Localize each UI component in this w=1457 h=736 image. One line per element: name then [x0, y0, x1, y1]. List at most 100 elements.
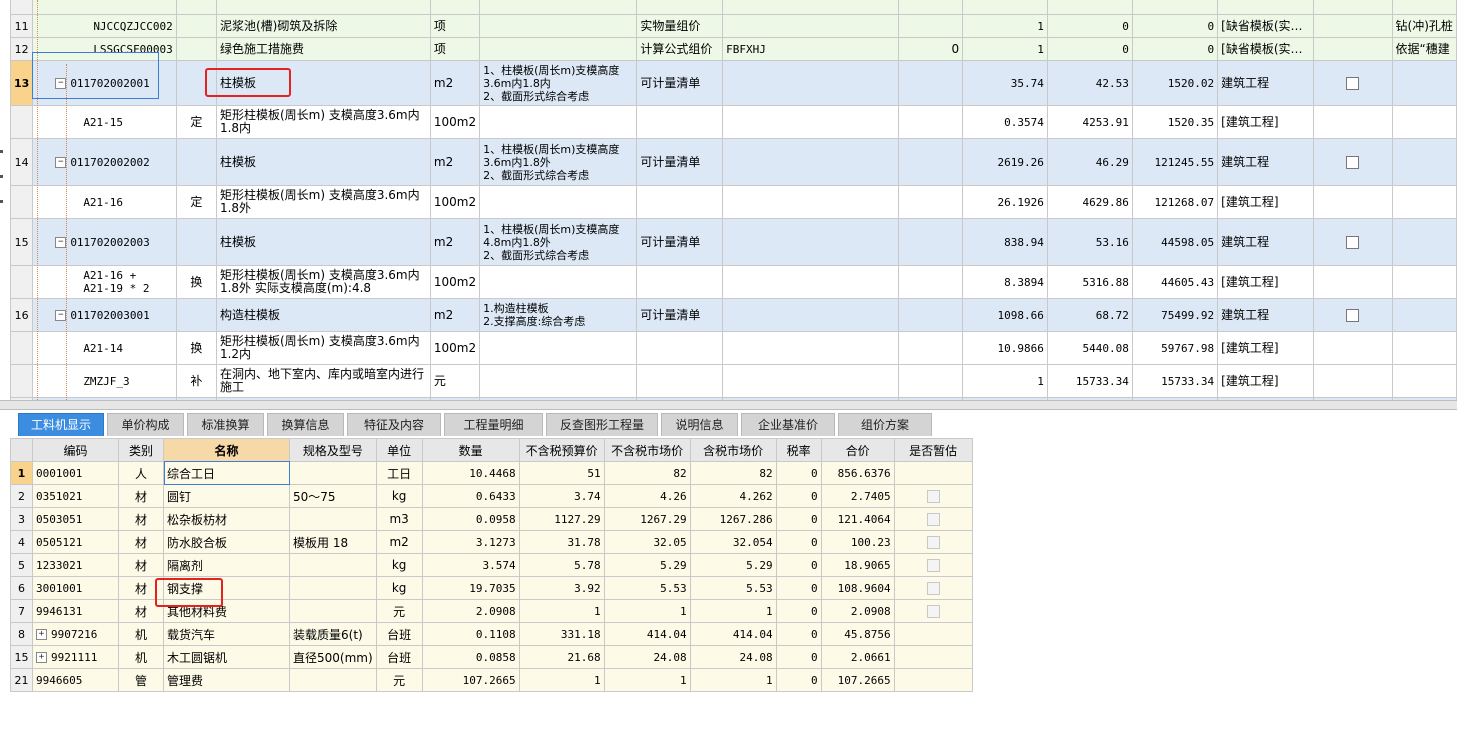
provisional-checkbox[interactable] [1346, 76, 1360, 90]
provisional-checkbox[interactable] [926, 582, 940, 595]
calc-base[interactable] [898, 105, 964, 139]
budget-price[interactable]: 5.78 [518, 553, 605, 577]
item-code[interactable]: A21-15 [32, 105, 177, 139]
resource-row[interactable]: 5 1233021 材隔离剂 kg 3.574 5.78 5.29 5.29 0 18.9065 [10, 553, 973, 577]
calc-formula[interactable] [722, 364, 900, 398]
provisional-flag[interactable] [893, 484, 973, 508]
calc-formula[interactable] [722, 218, 900, 266]
total-price[interactable]: 75499.92 [1131, 298, 1219, 332]
resource-name[interactable]: 防水胶合板 [163, 530, 290, 554]
pricing-method[interactable] [636, 364, 724, 398]
taxed-market-price[interactable]: 1 [689, 599, 777, 623]
tab-7[interactable]: 说明信息 [661, 413, 738, 436]
resource-quantity[interactable]: 0.1108 [421, 622, 520, 646]
resource-category[interactable]: 材 [118, 599, 164, 623]
item-description[interactable] [479, 185, 638, 219]
total-price[interactable] [1131, 0, 1219, 15]
resource-code[interactable]: 1233021 [32, 553, 119, 577]
row-number[interactable]: 3 [10, 507, 33, 531]
taxed-market-price[interactable]: 24.08 [689, 645, 777, 669]
provisional-check[interactable] [1312, 37, 1393, 61]
resource-row[interactable]: 2 0351021 材圆钉 50～75 kg 0.6433 3.74 4.26 4.262 0 2.… [10, 484, 973, 508]
remark[interactable] [1391, 218, 1457, 266]
item-unit[interactable]: m2 [429, 138, 481, 186]
item-code[interactable]: ZMZJF_3 [32, 364, 177, 398]
column-header-0[interactable]: 编码 [32, 438, 119, 462]
item-code[interactable]: −011702003001 [32, 298, 177, 332]
item-name[interactable]: 柱模板 [215, 138, 431, 186]
quota-row[interactable] [9, 0, 1457, 15]
market-price[interactable]: 1267.29 [603, 507, 691, 531]
collapse-toggle-icon[interactable]: − [55, 237, 67, 248]
resource-total[interactable]: 107.2665 [820, 668, 895, 692]
resource-name[interactable]: 木工圆锯机 [163, 645, 290, 669]
column-header-5[interactable]: 数量 [421, 438, 520, 462]
resource-code[interactable]: 0503051 [32, 507, 119, 531]
item-unit[interactable]: m2 [429, 60, 481, 106]
taxed-market-price[interactable]: 82 [689, 461, 777, 485]
taxed-market-price[interactable]: 414.04 [689, 622, 777, 646]
item-type[interactable]: 换 [175, 265, 217, 299]
calc-base[interactable]: 0 [898, 37, 964, 61]
project-category[interactable]: [建筑工程] [1217, 105, 1314, 139]
calc-formula[interactable] [722, 105, 900, 139]
provisional-check[interactable] [1312, 185, 1393, 219]
provisional-check[interactable] [1312, 14, 1393, 38]
resource-code[interactable]: 0001001 [32, 461, 119, 485]
budget-price[interactable]: 51 [518, 461, 605, 485]
market-price[interactable]: 414.04 [603, 622, 691, 646]
project-category[interactable]: 建筑工程 [1217, 298, 1314, 332]
total-price[interactable]: 121245.55 [1131, 138, 1219, 186]
project-category[interactable]: [缺省模板(实… [1217, 14, 1314, 38]
item-type[interactable]: 定 [175, 105, 217, 139]
item-code[interactable]: A21-16 + A21-19 * 2 [32, 265, 177, 299]
tax-rate[interactable]: 0 [775, 484, 822, 508]
unit-price[interactable]: 42.53 [1046, 60, 1133, 106]
item-description[interactable] [479, 331, 638, 365]
item-type[interactable]: 补 [175, 364, 217, 398]
item-type[interactable] [175, 0, 217, 15]
item-description[interactable]: 1.构造柱模板 2.支撑高度:综合考虑 [479, 298, 638, 332]
row-number[interactable]: 14 [9, 138, 34, 186]
resource-code[interactable]: 0505121 [32, 530, 119, 554]
calc-base[interactable] [898, 14, 964, 38]
calc-base[interactable] [898, 138, 964, 186]
provisional-checkbox[interactable] [1346, 235, 1360, 249]
provisional-check[interactable] [1312, 60, 1393, 106]
resource-name[interactable]: 钢支撑 [163, 576, 290, 600]
item-name[interactable]: 矩形柱模板(周长m) 支模高度3.6m内 1.2内 [215, 331, 431, 365]
column-header-6[interactable]: 不含税预算价 [518, 438, 605, 462]
tax-rate[interactable]: 0 [775, 461, 822, 485]
collapse-toggle-icon[interactable]: − [55, 78, 67, 89]
item-unit[interactable]: 100m2 [429, 265, 481, 299]
resource-unit[interactable]: kg [375, 576, 423, 600]
budget-price[interactable]: 331.18 [518, 622, 605, 646]
pricing-method[interactable] [636, 331, 724, 365]
unit-price[interactable]: 15733.34 [1046, 364, 1133, 398]
tax-rate[interactable]: 0 [775, 576, 822, 600]
item-description[interactable] [479, 105, 638, 139]
resource-quantity[interactable]: 19.7035 [421, 576, 520, 600]
row-number[interactable]: 2 [10, 484, 33, 508]
resource-code[interactable]: +9907216 [32, 622, 119, 646]
remark[interactable] [1391, 0, 1457, 15]
calc-formula[interactable] [722, 298, 900, 332]
calc-formula[interactable] [722, 138, 900, 186]
pricing-method[interactable] [636, 0, 724, 15]
taxed-market-price[interactable]: 1267.286 [689, 507, 777, 531]
provisional-check[interactable] [1312, 298, 1393, 332]
tax-rate[interactable]: 0 [775, 668, 822, 692]
resource-row[interactable]: 3 0503051 材松杂板枋材 m3 0.0958 1127.29 1267.29 1267… [10, 507, 973, 531]
provisional-checkbox[interactable] [1346, 308, 1360, 322]
resource-total[interactable]: 2.0908 [820, 599, 895, 623]
item-type[interactable] [175, 138, 217, 186]
total-price[interactable]: 1520.02 [1131, 60, 1219, 106]
provisional-flag[interactable] [893, 461, 973, 485]
panel-splitter[interactable] [0, 400, 1457, 410]
resource-row[interactable]: 21 9946605 管管理费元 107.2665 1 1 1 0 107.2665 [10, 668, 973, 692]
calc-formula[interactable]: FBFXHJ [722, 37, 900, 61]
quota-row[interactable]: A21-14 换矩形柱模板(周长m) 支模高度3.6m内 1.2内 100m2 10.… [9, 331, 1457, 365]
item-quantity[interactable]: 1 [962, 37, 1048, 61]
resource-spec[interactable] [289, 553, 377, 577]
column-header-11[interactable]: 是否暂估 [893, 438, 973, 462]
